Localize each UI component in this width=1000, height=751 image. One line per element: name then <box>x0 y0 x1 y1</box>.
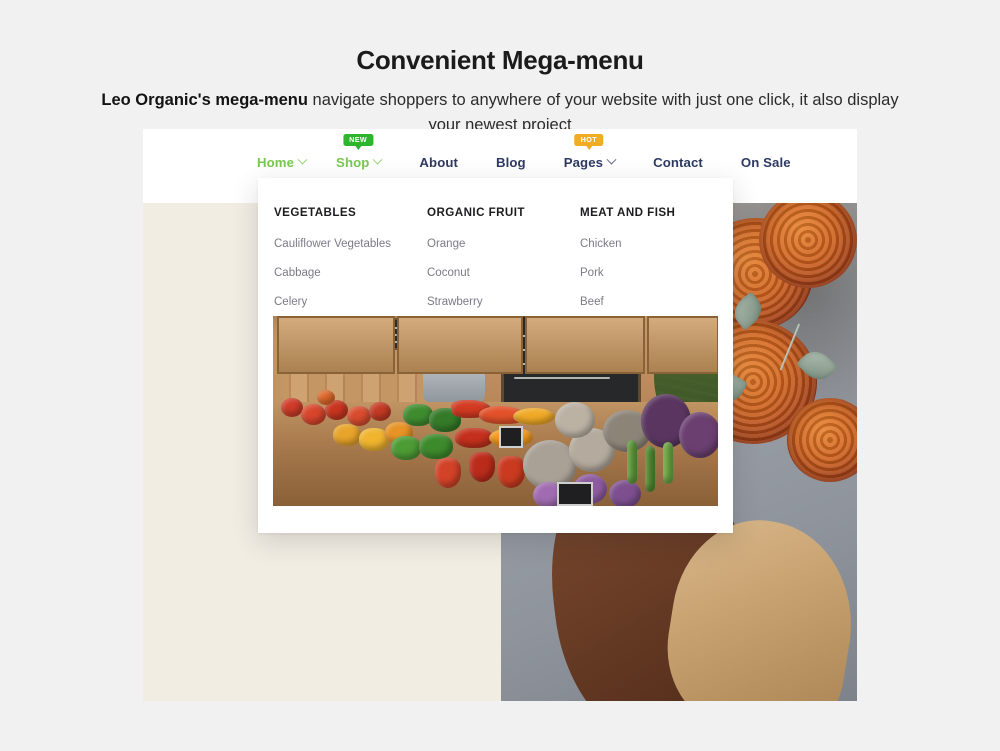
produce-price-sign <box>499 426 523 448</box>
nav-item-label: Contact <box>653 155 703 170</box>
menu-link-chicken[interactable]: Chicken <box>580 238 733 251</box>
column-title: MEAT AND FISH <box>580 206 676 219</box>
nav-item-label: Home <box>257 155 295 170</box>
produce-crate <box>647 316 718 374</box>
nav-item-label: On Sale <box>740 155 791 170</box>
mega-menu-column-organic-fruit: ORGANIC FRUIT Orange Coconut Strawberry <box>427 206 580 325</box>
menu-link-coconut[interactable]: Coconut <box>427 267 580 280</box>
produce-crate <box>525 316 645 374</box>
nav-item-label: Pages <box>563 155 604 170</box>
menu-link-cabbage[interactable]: Cabbage <box>274 267 427 280</box>
nav-item-label: About <box>419 155 459 170</box>
nav-item-home[interactable]: Home <box>257 154 308 170</box>
page-subtitle-rest: navigate shoppers to anywhere of your we… <box>307 90 899 134</box>
menu-link-orange[interactable]: Orange <box>427 238 580 251</box>
nav-item-about[interactable]: About <box>419 155 458 170</box>
mega-menu-promo-image[interactable] <box>273 316 718 506</box>
website-mockup: Home NEW Shop About Blog HOT Pages Conta… <box>143 129 857 701</box>
mega-menu-columns: VEGETABLES Cauliflower Vegetables Cabbag… <box>258 178 733 325</box>
menu-link-strawberry[interactable]: Strawberry <box>427 296 580 309</box>
page-subtitle-lead: Leo Organic's mega-menu <box>101 90 308 109</box>
intro-heading-block: Convenient Mega-menu Leo Organic's mega-… <box>0 0 1000 137</box>
nav-item-contact[interactable]: Contact <box>653 155 703 170</box>
menu-link-cauliflower-vegetables[interactable]: Cauliflower Vegetables <box>274 238 427 251</box>
produce-price-sign <box>557 482 593 506</box>
column-title: VEGETABLES <box>274 206 357 219</box>
column-title: ORGANIC FRUIT <box>427 206 525 219</box>
main-navigation: Home NEW Shop About Blog HOT Pages Conta… <box>257 134 791 170</box>
produce-crate <box>397 316 523 374</box>
badge-hot: HOT <box>574 134 604 150</box>
nav-item-shop[interactable]: NEW Shop <box>336 134 383 170</box>
menu-link-beef[interactable]: Beef <box>580 296 733 309</box>
mega-menu-dropdown[interactable]: VEGETABLES Cauliflower Vegetables Cabbag… <box>258 178 733 533</box>
badge-new: NEW <box>343 134 374 150</box>
mega-menu-column-meat-and-fish: MEAT AND FISH Chicken Pork Beef <box>580 206 733 325</box>
chevron-down-icon <box>297 154 308 165</box>
chevron-down-icon <box>606 154 617 165</box>
menu-link-celery[interactable]: Celery <box>274 296 427 309</box>
mega-menu-column-vegetables: VEGETABLES Cauliflower Vegetables Cabbag… <box>274 206 427 325</box>
chevron-down-icon <box>372 154 383 165</box>
page-title: Convenient Mega-menu <box>356 45 644 75</box>
menu-link-pork[interactable]: Pork <box>580 267 733 280</box>
nav-item-label: Blog <box>496 155 526 170</box>
produce-crate <box>277 316 395 374</box>
nav-item-on-sale[interactable]: On Sale <box>741 155 791 170</box>
nav-item-blog[interactable]: Blog <box>496 155 526 170</box>
nav-item-label: Shop <box>336 155 370 170</box>
nav-item-pages[interactable]: HOT Pages <box>563 134 617 170</box>
